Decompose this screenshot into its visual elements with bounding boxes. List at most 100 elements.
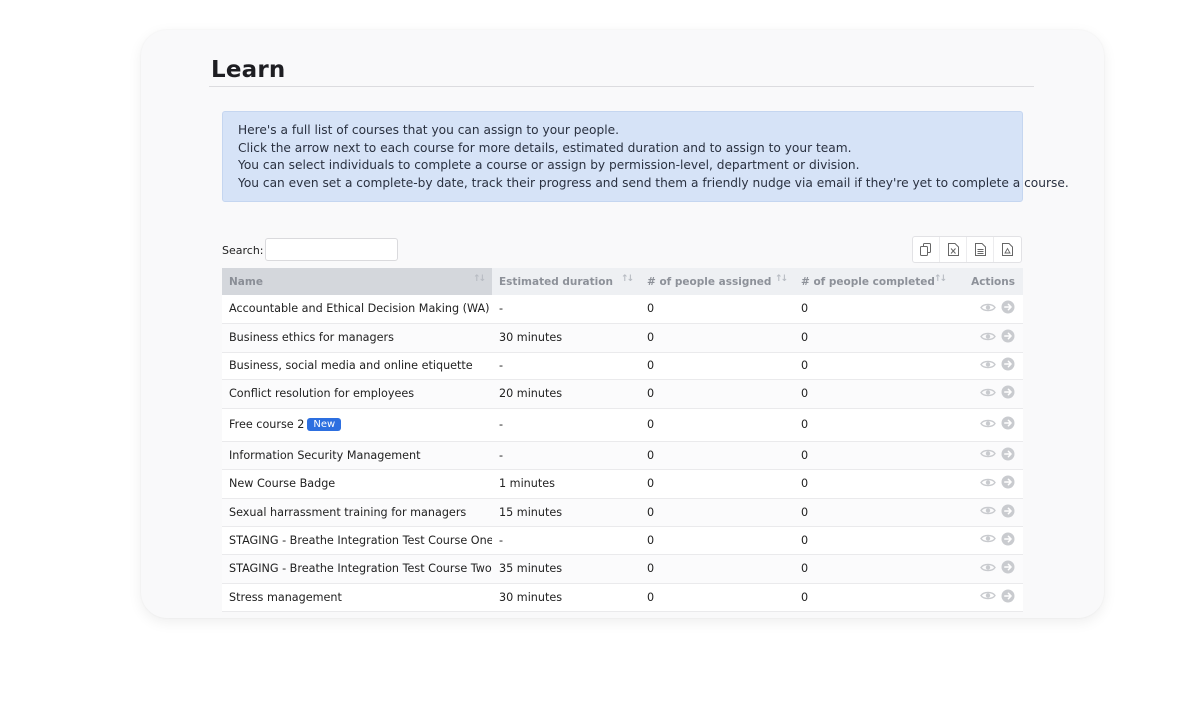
eye-icon xyxy=(980,332,996,340)
assigned-count-cell: 0 xyxy=(640,583,794,612)
table-row: Sexual harrassment training for managers… xyxy=(222,498,1023,527)
column-header-duration[interactable]: Estimated duration ↑↓ xyxy=(492,268,640,295)
actions-cell xyxy=(953,295,1023,324)
eye-icon xyxy=(980,563,996,571)
eye-icon xyxy=(980,303,996,311)
actions-cell xyxy=(953,554,1023,584)
view-button[interactable] xyxy=(980,533,996,547)
open-course-button[interactable] xyxy=(1001,385,1015,402)
table-row: Information Security Management -0 0 xyxy=(222,441,1023,470)
table-row: Free course 2 New -0 0 xyxy=(222,408,1023,442)
sort-icon: ↑↓ xyxy=(774,274,788,284)
table-body: Accountable and Ethical Decision Making … xyxy=(222,295,1023,612)
open-course-button[interactable] xyxy=(1001,504,1015,521)
open-course-button[interactable] xyxy=(1001,329,1015,346)
pdf-button[interactable] xyxy=(994,237,1021,262)
table-header-row: Name ↑↓ Estimated duration ↑↓ # of peopl… xyxy=(222,268,1023,295)
column-header-name[interactable]: Name ↑↓ xyxy=(222,268,492,295)
table-row: Business ethics for managers 30 minutes 0 0 xyxy=(222,323,1023,353)
open-course-button[interactable] xyxy=(1001,357,1015,374)
assigned-count-cell: 0 xyxy=(640,469,794,499)
info-banner: Here's a full list of courses that you c… xyxy=(222,111,1069,202)
course-name: Business, social media and online etique… xyxy=(229,359,473,372)
view-button[interactable] xyxy=(980,359,996,373)
info-line: You can select individuals to complete a… xyxy=(238,158,860,172)
column-header-completed[interactable]: # of people completed ↑↓ xyxy=(794,268,953,295)
course-name: Stress management xyxy=(229,590,342,604)
open-course-button[interactable] xyxy=(1001,300,1015,317)
view-button[interactable] xyxy=(980,590,996,604)
open-course-button[interactable] xyxy=(1001,589,1015,606)
view-button[interactable] xyxy=(980,387,996,401)
copy-button[interactable] xyxy=(913,237,940,262)
pdf-icon xyxy=(1002,243,1013,256)
view-button[interactable] xyxy=(980,505,996,519)
eye-icon xyxy=(980,419,996,427)
arrow-right-circle-icon xyxy=(1001,385,1015,399)
excel-icon xyxy=(947,243,959,256)
duration-cell: - xyxy=(492,352,640,380)
table-row: Business, social media and online etique… xyxy=(222,352,1023,380)
eye-icon xyxy=(980,506,996,515)
sort-icon: ↑↓ xyxy=(933,274,947,284)
open-course-button[interactable] xyxy=(1001,416,1015,433)
course-name-cell: Free course 2 New xyxy=(222,408,492,442)
view-button[interactable] xyxy=(980,477,996,491)
view-button[interactable] xyxy=(980,331,996,345)
course-name: Accountable and Ethical Decision Making … xyxy=(229,302,490,316)
completed-count-cell: 0 xyxy=(794,526,953,555)
assigned-count-cell: 0 xyxy=(640,408,794,442)
title-divider xyxy=(209,86,1034,87)
course-name: Sexual harrassment training for managers xyxy=(229,505,467,519)
assigned-count-cell: 0 xyxy=(640,379,794,409)
duration-cell: 20 minutes xyxy=(492,379,640,409)
course-name-cell: Sexual harrassment training for managers xyxy=(222,498,492,527)
course-name-cell: Business ethics for managers xyxy=(222,323,492,353)
view-button[interactable] xyxy=(980,418,996,432)
search-input[interactable] xyxy=(265,238,398,261)
arrow-right-circle-icon xyxy=(1001,357,1015,371)
duration-cell: 30 minutes xyxy=(492,583,640,612)
eye-icon xyxy=(980,534,996,543)
assigned-count-cell: 0 xyxy=(640,352,794,380)
view-button[interactable] xyxy=(980,562,996,576)
table-row: Conflict resolution for employees 20 minu… xyxy=(222,379,1023,409)
open-course-button[interactable] xyxy=(1001,475,1015,492)
completed-count-cell: 0 xyxy=(794,295,953,324)
info-line: Click the arrow next to each course for … xyxy=(238,140,852,155)
arrow-right-circle-icon xyxy=(1001,560,1015,574)
course-name-cell: New Course Badge xyxy=(222,469,492,499)
actions-cell xyxy=(953,379,1023,409)
course-name-cell: STAGING - Breathe Integration Test Cours… xyxy=(222,554,492,584)
duration-cell: 35 minutes xyxy=(492,554,640,584)
column-header-assigned[interactable]: # of people assigned ↑↓ xyxy=(640,268,794,295)
view-button[interactable] xyxy=(980,302,996,316)
page-title: Learn xyxy=(211,57,286,83)
open-course-button[interactable] xyxy=(1001,532,1015,549)
table-row: Accountable and Ethical Decision Making … xyxy=(222,295,1023,324)
completed-count-cell: 0 xyxy=(794,554,953,584)
csv-button[interactable] xyxy=(967,237,994,262)
assigned-count-cell: 0 xyxy=(640,498,794,527)
actions-cell xyxy=(953,469,1023,499)
assigned-count-cell: 0 xyxy=(640,526,794,555)
new-badge: New xyxy=(307,418,342,431)
search-label: Search: xyxy=(222,244,264,257)
table-row: STAGING - Breathe Integration Test Cours… xyxy=(222,554,1023,584)
duration-cell: 15 minutes xyxy=(492,498,640,527)
course-name: Business ethics for managers xyxy=(229,331,394,344)
course-name: Free course 2 xyxy=(229,418,305,431)
arrow-right-circle-icon xyxy=(1001,532,1015,545)
duration-cell: - xyxy=(492,526,640,555)
open-course-button[interactable] xyxy=(1001,447,1015,464)
info-line: Here's a full list of courses that you c… xyxy=(238,123,619,137)
view-button[interactable] xyxy=(980,448,996,462)
open-course-button[interactable] xyxy=(1001,560,1015,577)
arrow-right-circle-icon xyxy=(1001,447,1015,460)
table-row: New Course Badge 1 minutes 0 0 xyxy=(222,469,1023,499)
course-name-cell: STAGING - Breathe Integration Test Cours… xyxy=(222,526,492,555)
eye-icon xyxy=(980,449,996,458)
completed-count-cell: 0 xyxy=(794,469,953,499)
eye-icon xyxy=(980,360,996,368)
excel-button[interactable] xyxy=(940,237,967,262)
